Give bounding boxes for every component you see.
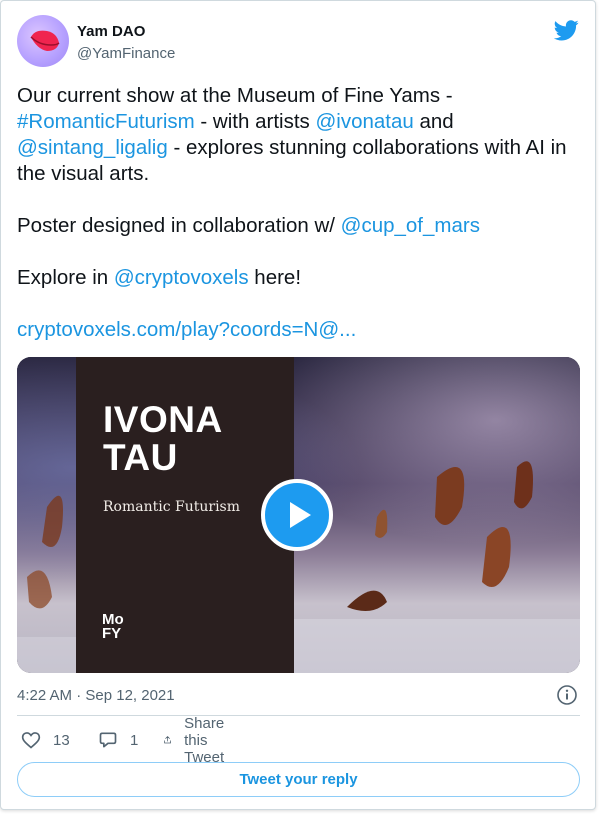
tweet-text: Our current show at the Museum of Fine Y… [17,83,582,343]
tweet-paragraph-3: Explore in @cryptovoxels here! [17,265,582,291]
poster-title: IVONA TAU [103,399,223,478]
tweet-text-segment: - with artists [194,110,316,133]
tweet-paragraph-1: Our current show at the Museum of Fine Y… [17,83,582,187]
tweet-text-segment: Poster designed in collaboration w/ [17,214,341,237]
divider [17,715,580,716]
tweet-text-segment: Our current show at the Museum of Fine Y… [17,84,453,107]
share-label: Share this Tweet [184,714,225,766]
tweet-card: Yam DAO @YamFinance Our current show at … [0,0,596,810]
mention-link[interactable]: @sintang_ligalig [17,136,168,159]
mention-link[interactable]: @ivonatau [315,110,413,133]
yam-logo-icon [30,30,60,51]
tweet-text-segment: here! [248,266,302,289]
twitter-bird-icon[interactable] [554,20,579,41]
share-icon [164,736,171,744]
hashtag-link[interactable]: #RomanticFuturism [17,110,195,133]
mofy-logo: Mo FY [102,611,124,642]
avatar[interactable] [17,15,69,67]
reply-icon [99,732,117,748]
play-button[interactable] [261,479,333,551]
tweet-timestamp[interactable]: 4:22 AM · Sep 12, 2021 [17,687,175,704]
info-icon[interactable] [556,684,578,706]
like-button[interactable]: 13 [21,729,70,751]
tweet-text-segment: Explore in [17,266,114,289]
share-button[interactable]: Share this Tweet [163,715,235,766]
like-count: 13 [53,731,70,749]
heart-icon [21,732,41,749]
reply-button[interactable]: 1 [98,729,138,751]
tweet-paragraph-2: Poster designed in collaboration w/ @cup… [17,213,582,239]
video-media[interactable]: IVONA TAU Romantic Futurism Mo FY [17,357,580,673]
tweet-your-reply-button[interactable]: Tweet your reply [17,762,580,797]
url-link[interactable]: cryptovoxels.com/play?coords=N@... [17,318,356,341]
reply-count: 1 [130,731,139,749]
author-name[interactable]: Yam DAO [77,23,145,40]
tweet-paragraph-4: cryptovoxels.com/play?coords=N@... [17,317,582,343]
author-handle[interactable]: @YamFinance [77,45,175,62]
mention-link[interactable]: @cup_of_mars [341,214,480,237]
mention-link[interactable]: @cryptovoxels [114,266,249,289]
play-icon [290,502,311,528]
tweet-text-segment: and [413,110,454,133]
poster-subtitle: Romantic Futurism [103,499,241,515]
